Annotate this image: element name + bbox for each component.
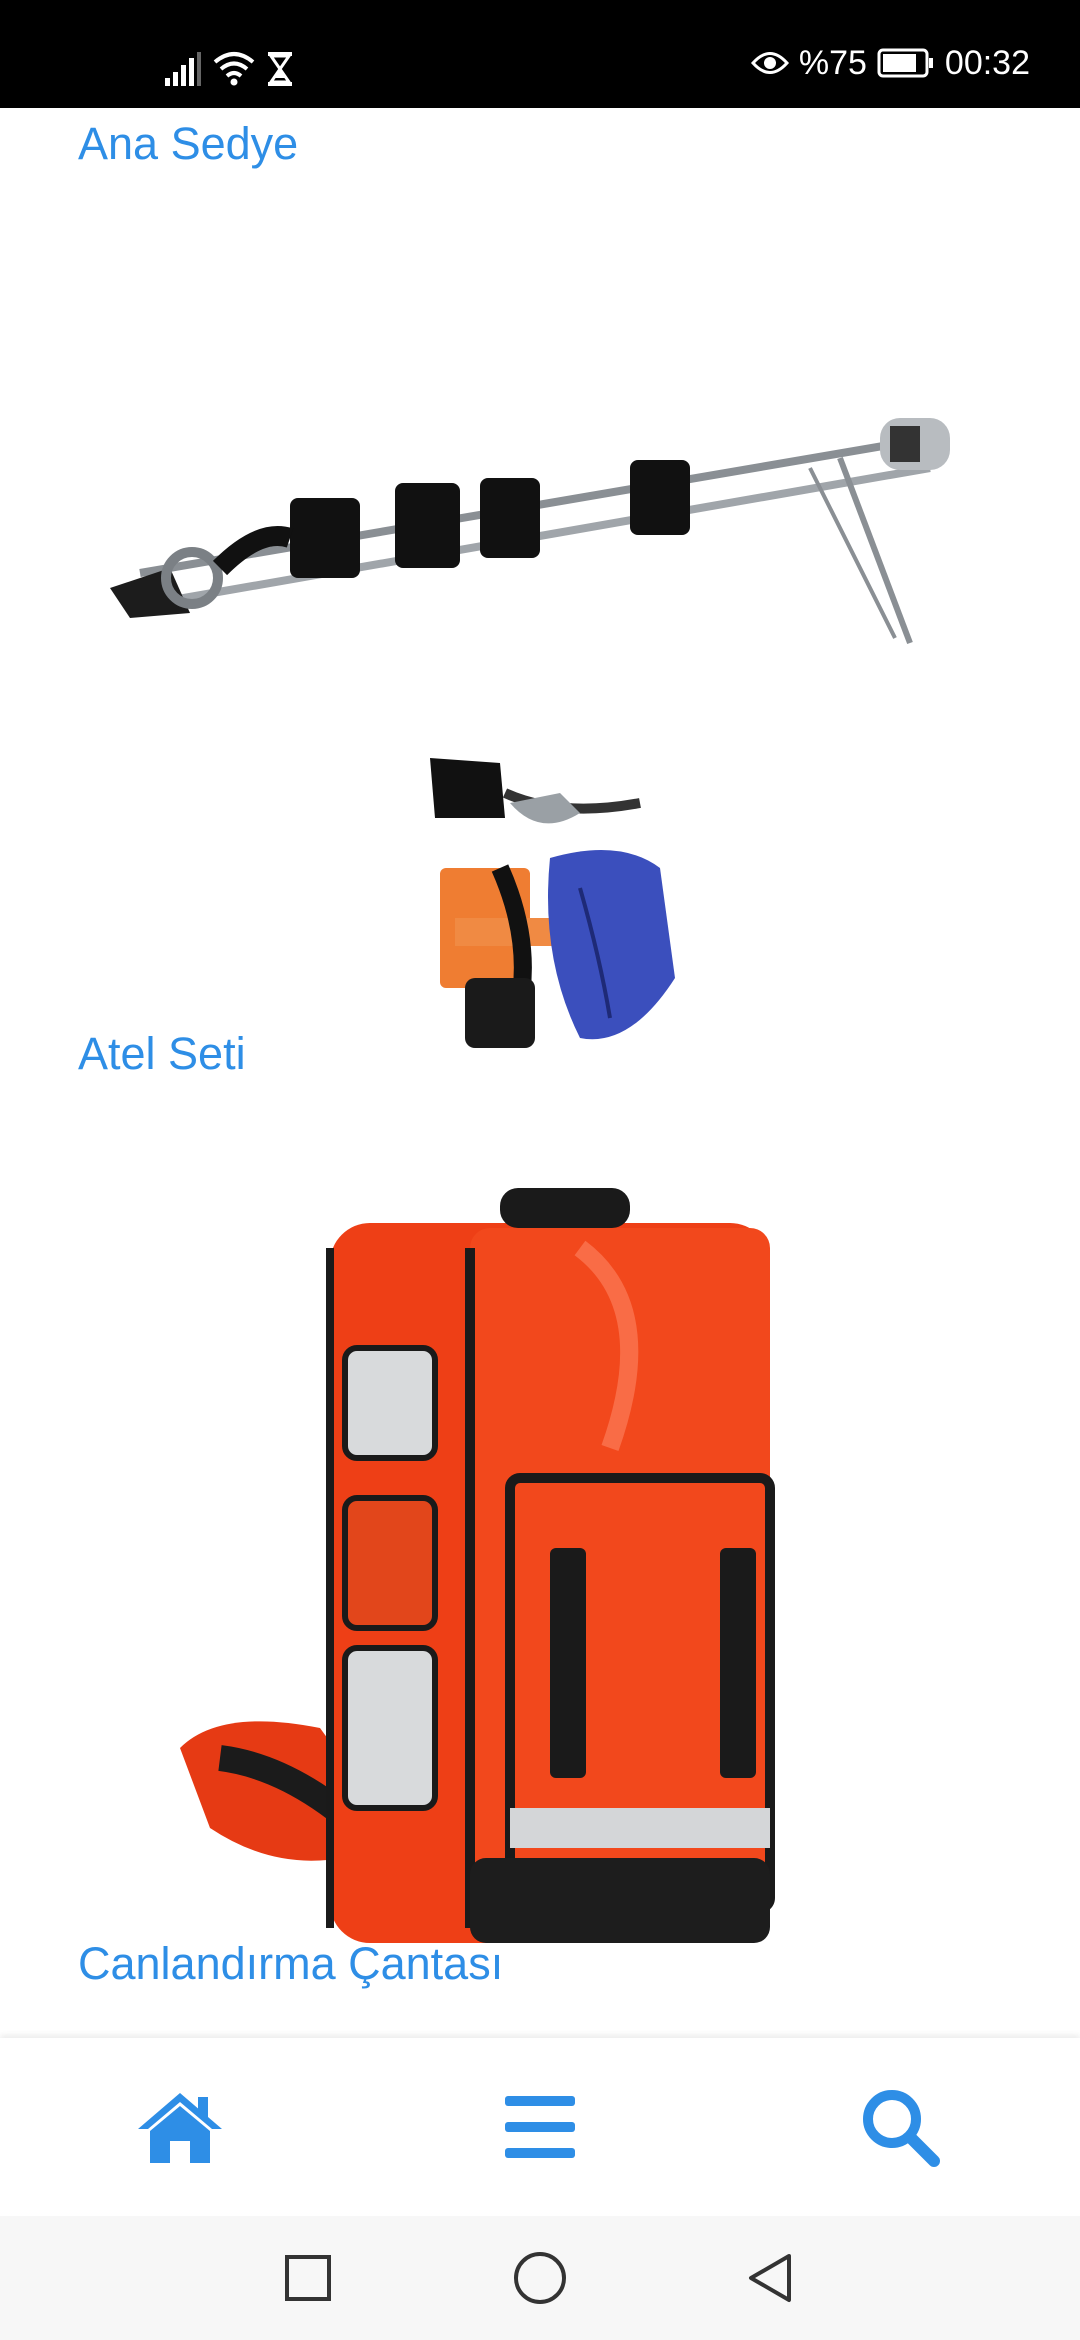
hourglass-icon — [268, 52, 292, 86]
back-icon — [749, 2254, 791, 2302]
search-icon — [863, 2090, 940, 2167]
product-title-atel-seti[interactable]: Atel Seti — [78, 1028, 246, 1080]
eye-icon — [750, 52, 789, 74]
bottom-navigation — [0, 2038, 1080, 2216]
battery-percent: %75 — [798, 43, 867, 82]
menu-icon — [505, 2096, 575, 2158]
home-icon — [138, 2093, 222, 2163]
search-button[interactable] — [850, 2082, 950, 2172]
signal-icon — [165, 52, 201, 86]
product-image-stretcher[interactable] — [110, 398, 960, 1078]
system-navigation-bar — [0, 2216, 1080, 2340]
status-right: %75 00:32 — [750, 40, 1030, 86]
battery-icon — [877, 48, 933, 78]
status-left-icons — [165, 44, 293, 86]
recent-apps-button[interactable] — [278, 2248, 338, 2308]
home-button[interactable] — [130, 2082, 230, 2172]
product-image-backpack[interactable] — [180, 1188, 800, 1958]
wifi-icon — [213, 52, 255, 86]
clock-time: 00:32 — [944, 43, 1030, 82]
recent-apps-icon — [285, 2255, 331, 2301]
product-title-ana-sedye[interactable]: Ana Sedye — [78, 118, 298, 170]
product-list: Ana Sedye Atel Seti Canlandırma Çantası — [0, 108, 1080, 2038]
back-button[interactable] — [740, 2248, 800, 2308]
menu-button[interactable] — [490, 2082, 590, 2172]
system-home-button[interactable] — [510, 2248, 570, 2308]
status-bar: %75 00:32 — [0, 0, 1080, 108]
home-circle-icon — [514, 2252, 566, 2304]
product-title-canlandirma-cantasi[interactable]: Canlandırma Çantası — [78, 1938, 503, 1990]
